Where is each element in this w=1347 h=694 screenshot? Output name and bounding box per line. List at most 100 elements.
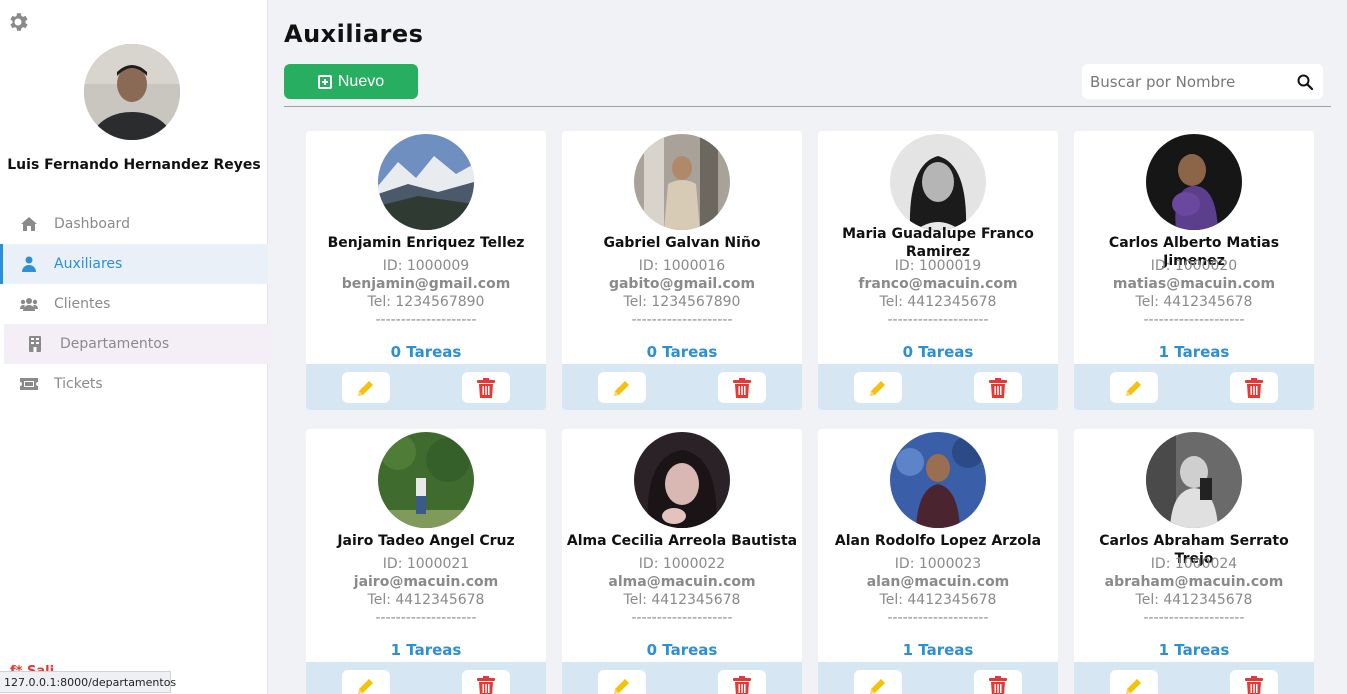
card-separator: -------------------- [887, 312, 989, 328]
card-actions [306, 662, 546, 694]
card-separator: -------------------- [887, 610, 989, 626]
card-tel: Tel: 4412345678 [367, 592, 485, 608]
sidebar-item-label: Dashboard [54, 216, 130, 232]
card-email: jairo@macuin.com [353, 574, 499, 590]
card-actions [562, 662, 802, 694]
card-email: benjamin@gmail.com [341, 276, 511, 292]
card-tareas[interactable]: 1 Tareas [1074, 343, 1314, 361]
pencil-icon [870, 380, 885, 396]
card-tareas[interactable]: 0 Tareas [562, 641, 802, 659]
avatar [1146, 432, 1242, 528]
sidebar-item-tickets[interactable]: Tickets [0, 364, 268, 404]
avatar [378, 134, 474, 230]
delete-button[interactable] [718, 670, 766, 694]
search-icon[interactable] [1297, 74, 1314, 91]
card-name: Jairo Tadeo Angel Cruz [337, 533, 515, 549]
avatar [634, 134, 730, 230]
card-tel: Tel: 4412345678 [1135, 592, 1253, 608]
delete-button[interactable] [974, 670, 1022, 694]
gear-icon[interactable] [6, 10, 30, 34]
delete-button[interactable] [1230, 372, 1278, 403]
card-tel: Tel: 1234567890 [367, 294, 485, 310]
card-separator: -------------------- [631, 610, 733, 626]
card-id: ID: 1000009 [382, 258, 470, 274]
sidebar-item-label: Auxiliares [54, 256, 123, 272]
profile-name: Luis Fernando Hernandez Reyes [7, 157, 261, 173]
card-separator: -------------------- [1143, 610, 1245, 626]
card-separator: -------------------- [631, 312, 733, 328]
card-tareas[interactable]: 1 Tareas [306, 641, 546, 659]
edit-button[interactable] [598, 372, 646, 403]
sidebar-item-clientes[interactable]: Clientes [0, 284, 268, 324]
user-icon [20, 255, 38, 273]
sidebar-nav: Dashboard Auxiliares Clientes Departamen… [0, 204, 272, 404]
auxiliar-card: Alan Rodolfo Lopez Arzola ID: 1000023 al… [818, 429, 1058, 694]
edit-button[interactable] [1110, 670, 1158, 694]
edit-button[interactable] [1110, 372, 1158, 403]
new-button[interactable]: Nuevo [284, 64, 418, 99]
pencil-icon [1126, 380, 1141, 396]
card-actions [1074, 364, 1314, 410]
trash-icon [989, 377, 1007, 398]
trash-icon [477, 675, 495, 694]
pencil-icon [1126, 678, 1141, 694]
edit-button[interactable] [854, 372, 902, 403]
auxiliar-card: Jairo Tadeo Angel Cruz ID: 1000021 jairo… [306, 429, 546, 694]
ticket-icon [20, 375, 38, 393]
building-icon [26, 335, 44, 353]
new-button-label: Nuevo [337, 72, 385, 90]
card-tareas[interactable]: 1 Tareas [1074, 641, 1314, 659]
pencil-icon [358, 678, 373, 694]
auxiliar-card: Carlos Alberto Matias Jimenez ID: 100002… [1074, 131, 1314, 410]
card-id: ID: 1000022 [638, 556, 726, 572]
card-id: ID: 1000021 [382, 556, 470, 572]
card-tel: Tel: 4412345678 [879, 294, 997, 310]
card-name: Benjamin Enriquez Tellez [327, 235, 525, 251]
sidebar-item-dashboard[interactable]: Dashboard [0, 204, 268, 244]
card-actions [306, 364, 546, 410]
card-tareas[interactable]: 0 Tareas [306, 343, 546, 361]
delete-button[interactable] [462, 670, 510, 694]
delete-button[interactable] [974, 372, 1022, 403]
trash-icon [733, 377, 751, 398]
card-tareas[interactable]: 1 Tareas [818, 641, 1058, 659]
home-icon [20, 215, 38, 233]
divider [284, 106, 1331, 107]
search-input[interactable] [1082, 72, 1282, 91]
auxiliar-card: Benjamin Enriquez Tellez ID: 1000009 ben… [306, 131, 546, 410]
card-id: ID: 1000023 [894, 556, 982, 572]
card-email: abraham@macuin.com [1104, 574, 1284, 590]
delete-button[interactable] [1230, 670, 1278, 694]
card-separator: -------------------- [375, 610, 477, 626]
avatar [378, 432, 474, 528]
card-tareas[interactable]: 0 Tareas [562, 343, 802, 361]
edit-button[interactable] [598, 670, 646, 694]
edit-button[interactable] [854, 670, 902, 694]
auxiliar-card: Alma Cecilia Arreola Bautista ID: 100002… [562, 429, 802, 694]
card-tareas[interactable]: 0 Tareas [818, 343, 1058, 361]
sidebar-item-auxiliares[interactable]: Auxiliares [0, 244, 268, 284]
card-actions [562, 364, 802, 410]
trash-icon [1245, 377, 1263, 398]
users-icon [20, 295, 38, 313]
pencil-icon [870, 678, 885, 694]
card-tel: Tel: 4412345678 [1135, 294, 1253, 310]
delete-button[interactable] [462, 372, 510, 403]
card-tel: Tel: 1234567890 [623, 294, 741, 310]
pencil-icon [614, 380, 629, 396]
card-email: matias@macuin.com [1112, 276, 1276, 292]
plus-square-icon [317, 74, 332, 89]
sidebar-item-label: Clientes [54, 296, 111, 312]
card-actions [1074, 662, 1314, 694]
delete-button[interactable] [718, 372, 766, 403]
card-actions [818, 662, 1058, 694]
card-tel: Tel: 4412345678 [879, 592, 997, 608]
search-box [1082, 64, 1323, 99]
card-id: ID: 1000020 [1150, 258, 1238, 274]
edit-button[interactable] [342, 670, 390, 694]
page-title: Auxiliares [284, 20, 424, 48]
sidebar-item-departamentos[interactable]: Departamentos [4, 324, 272, 364]
status-url: 127.0.0.1:8000/departamentos [0, 671, 176, 693]
avatar [890, 432, 986, 528]
edit-button[interactable] [342, 372, 390, 403]
